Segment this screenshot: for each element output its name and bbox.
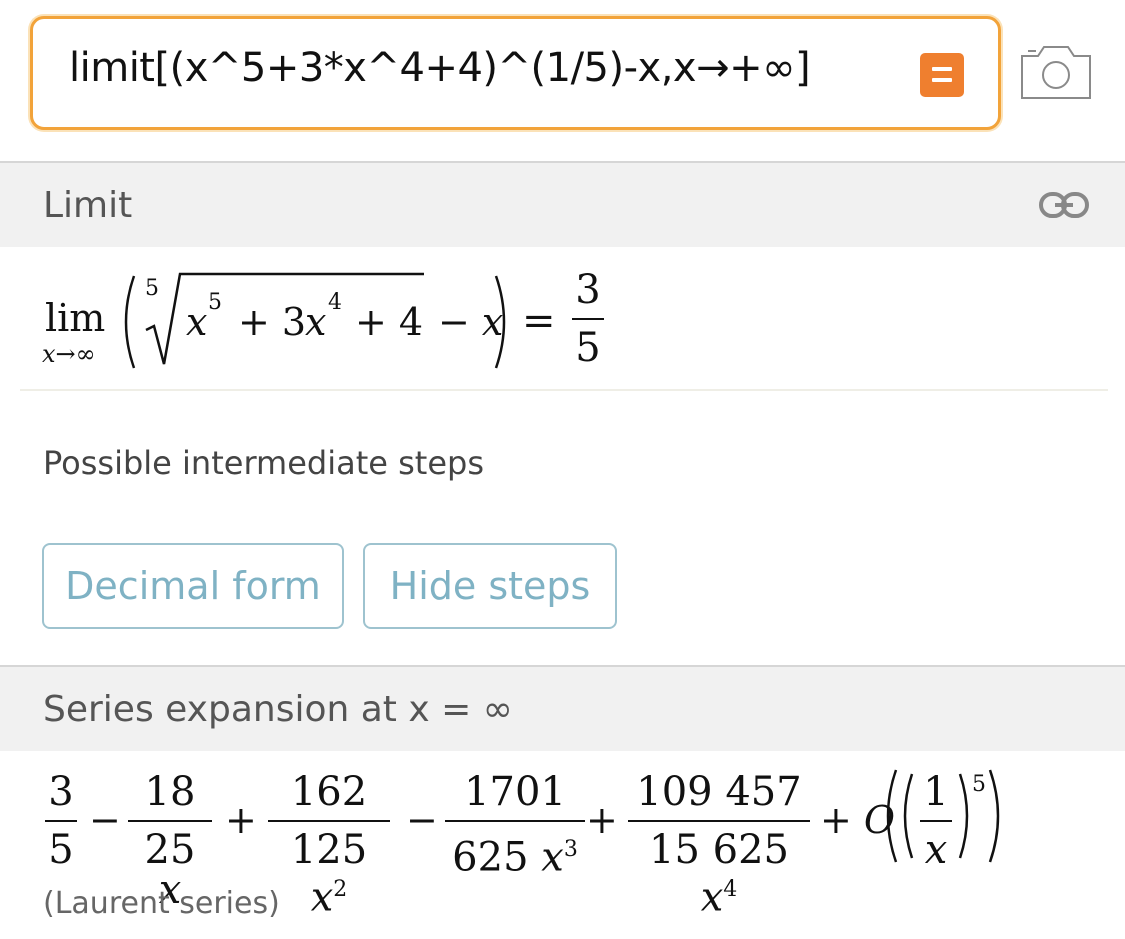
term-5-num: 109 457 [636,769,802,815]
laurent-note: (Laurent series) [43,886,280,921]
op-4: − [406,798,438,842]
radicand-term3: + 4 [355,300,424,344]
query-text[interactable]: limit[(x^5+3*x^4+4)^(1/5)-x,x→+∞] [69,45,811,91]
series-pod-title: Series expansion at x = ∞ [43,689,513,730]
equals-icon[interactable] [920,53,964,97]
hide-steps-button[interactable]: Hide steps [363,543,617,629]
radicand-exp2: 4 [328,290,342,315]
steps-label: Possible intermediate steps [43,444,484,482]
query-input[interactable]: limit[(x^5+3*x^4+4)^(1/5)-x,x→+∞] [30,16,1001,130]
term-1-num: 3 [48,769,74,815]
limit-pod-header: Limit [0,161,1125,247]
series-term-1: 3 5 [45,772,77,870]
radicand-x2: x [305,300,327,344]
series-term-4: 1701 625 x3 [445,772,585,877]
op-5: + [586,798,618,842]
term-4-num: 1701 [464,769,566,815]
term-4-den: 625 [452,834,529,881]
result-numerator: 3 [575,267,601,313]
term-4-pow: 3 [563,837,578,862]
section-divider [20,389,1108,391]
series-term-5: 109 457 15 625 x4 [628,772,810,917]
radicand-x1: x [186,300,208,344]
link-icon[interactable] [1039,191,1089,219]
decimal-form-button[interactable]: Decimal form [42,543,344,629]
radicand-exp1: 5 [208,290,222,315]
term-2-num: 18 [144,769,196,815]
series-pod-header: Series expansion at x = ∞ [0,665,1125,751]
big-o-fraction: 1 x [920,772,952,870]
op-2: − [89,798,121,842]
limit-pod-title: Limit [43,185,133,226]
result-denominator: 5 [575,325,601,371]
minus-x: − x [438,300,504,344]
term-3-den: 125 [290,827,368,873]
term-5-pow: 4 [723,877,738,902]
equals-sign: = [522,298,556,344]
series-term-3: 162 125 x2 [268,772,390,917]
big-o-den: x [924,827,948,873]
term-4-var: x [541,834,564,881]
big-o-power: 5 [972,772,986,797]
big-o-num: 1 [923,769,949,815]
camera-icon[interactable] [1018,42,1094,102]
limit-result: 3 5 [572,270,604,368]
term-1-den: 5 [48,827,74,873]
term-5-den: 15 625 [649,827,789,873]
term-3-pow: 2 [333,877,348,902]
root-index: 5 [145,276,159,301]
term-3-var: x [310,874,334,921]
lim-text: lim [45,296,106,340]
term-5-var: x [700,874,724,921]
lim-subscript: x→∞ [42,340,96,368]
op-3: + [225,798,257,842]
term-3-num: 162 [290,769,368,815]
radicand-term2: + 3 [238,300,307,344]
